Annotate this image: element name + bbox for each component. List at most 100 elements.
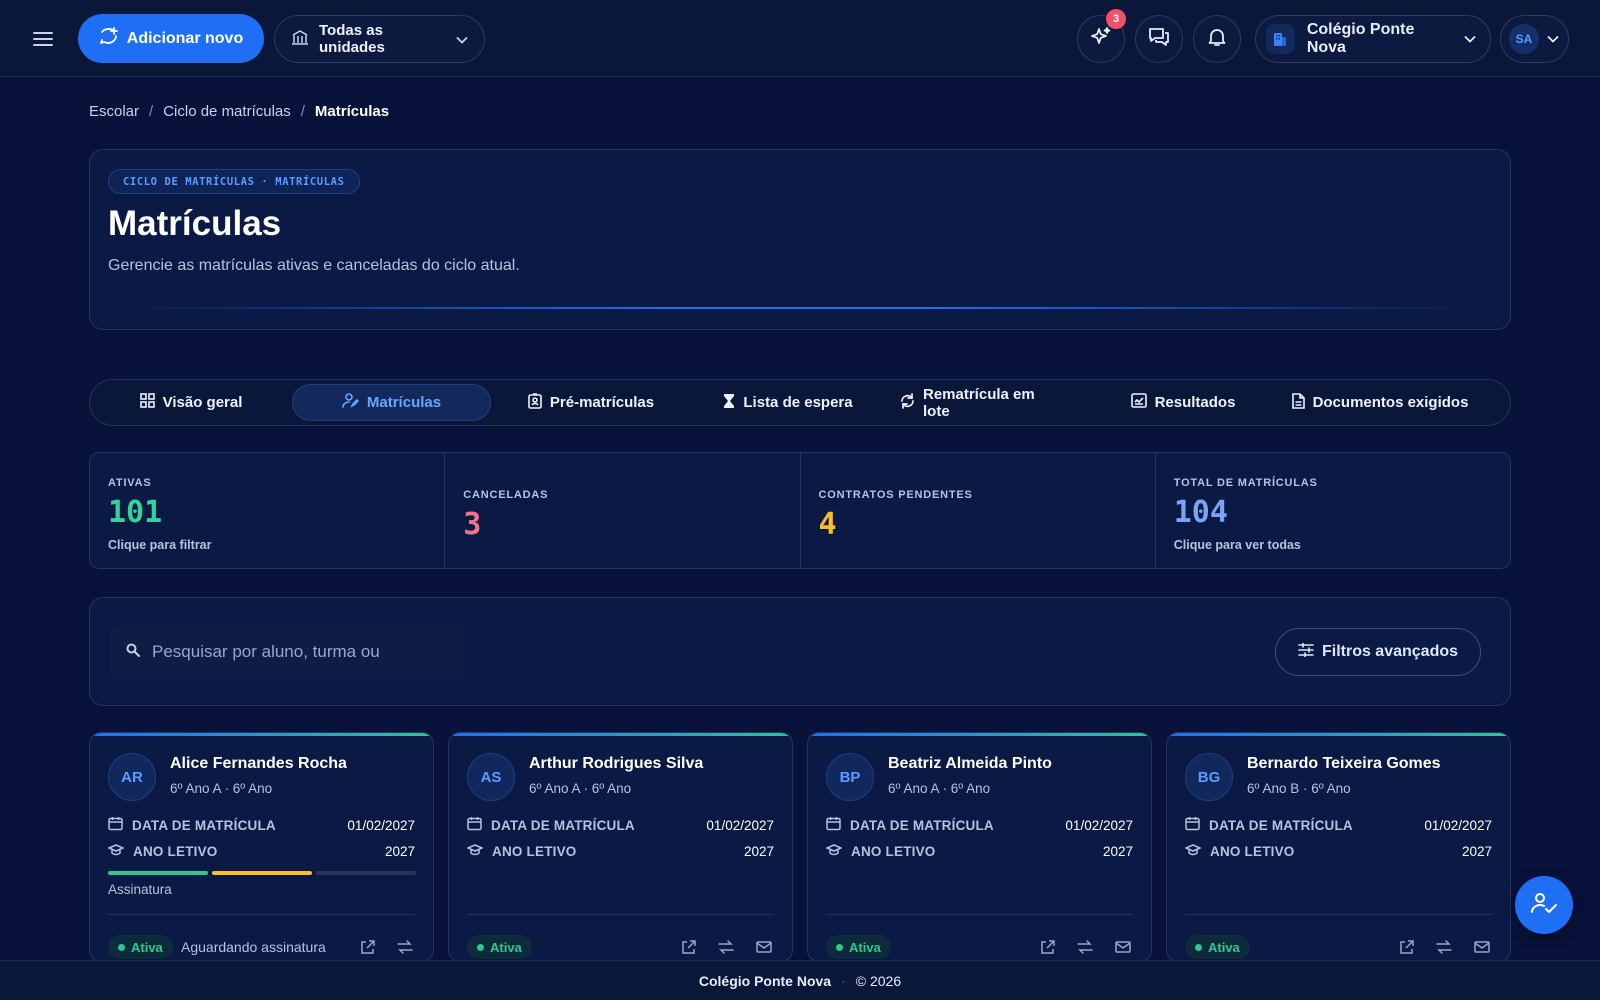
units-dropdown[interactable]: Todas as unidades <box>274 15 485 63</box>
progress-step-current <box>212 871 312 875</box>
status-badge: Ativa <box>108 935 173 959</box>
date-value: 01/02/2027 <box>706 817 774 833</box>
decorative-divider <box>130 307 1470 309</box>
breadcrumb-item-ciclo[interactable]: Ciclo de matrículas <box>163 103 291 120</box>
stat-total[interactable]: TOTAL DE MATRÍCULAS 104 Clique para ver … <box>1156 453 1510 568</box>
top-bar: Adicionar novo Todas as unidades 3 Colég… <box>0 0 1600 77</box>
transfer-icon[interactable] <box>395 937 415 957</box>
breadcrumb-current: Matrículas <box>314 103 390 120</box>
status-badge: Ativa <box>826 935 891 959</box>
enrollment-card[interactable]: AS Arthur Rodrigues Silva 6º Ano A · 6º … <box>448 732 793 962</box>
page-subtitle: Gerencie as matrículas ativas e cancelad… <box>108 257 520 274</box>
transfer-icon[interactable] <box>1434 937 1454 957</box>
mail-icon[interactable] <box>1472 937 1492 957</box>
student-class: 6º Ano A · 6º Ano <box>170 781 273 796</box>
divider <box>1185 914 1492 915</box>
student-name: Arthur Rodrigues Silva <box>529 755 704 772</box>
search-icon <box>126 643 140 662</box>
add-new-button[interactable]: Adicionar novo <box>78 14 264 63</box>
divider <box>467 914 774 915</box>
student-avatar: BG <box>1185 753 1233 801</box>
sliders-icon <box>1298 641 1314 662</box>
card-actions <box>357 937 415 957</box>
new-enrollment-fab[interactable] <box>1515 876 1573 934</box>
ai-assistant-button[interactable]: 3 <box>1077 9 1126 63</box>
tab-resultados[interactable]: Resultados <box>1120 384 1246 421</box>
id-badge-icon <box>528 392 542 413</box>
date-value: 01/02/2027 <box>1065 817 1133 833</box>
mail-icon[interactable] <box>1113 937 1133 957</box>
report-icon <box>1130 393 1147 412</box>
advanced-filters-button[interactable]: Filtros avançados <box>1275 628 1481 676</box>
date-label: DATA DE MATRÍCULA <box>132 817 276 833</box>
student-class: 6º Ano A · 6º Ano <box>888 781 991 796</box>
tab-matriculas[interactable]: Matrículas <box>292 384 491 421</box>
open-external-icon[interactable] <box>1037 937 1057 957</box>
chevron-down-icon <box>1464 30 1476 48</box>
transfer-icon[interactable] <box>1075 937 1095 957</box>
student-avatar: AR <box>108 753 156 801</box>
tab-pre-matriculas[interactable]: Pré-matrículas <box>508 384 674 421</box>
building-icon <box>291 28 309 50</box>
stat-canceladas[interactable]: CANCELADAS 3 <box>445 453 801 568</box>
stat-value: 4 <box>818 507 837 542</box>
student-avatar: AS <box>467 753 515 801</box>
year-value: 2027 <box>1102 843 1133 859</box>
enrollment-card[interactable]: BP Beatriz Almeida Pinto 6º Ano A · 6º A… <box>807 732 1152 962</box>
calendar-icon <box>1185 816 1200 834</box>
school-dropdown[interactable]: Colégio Ponte Nova <box>1255 15 1491 63</box>
tab-label: Matrículas <box>366 394 442 411</box>
footer-separator: · <box>841 972 846 989</box>
open-external-icon[interactable] <box>678 937 698 957</box>
search-input[interactable] <box>152 642 448 662</box>
progress-step-done <box>108 871 208 875</box>
date-value: 01/02/2027 <box>1424 817 1492 833</box>
calendar-icon <box>467 816 482 834</box>
stat-label: CANCELADAS <box>463 489 549 501</box>
open-external-icon[interactable] <box>1396 937 1416 957</box>
menu-icon[interactable] <box>30 26 56 52</box>
stat-contratos-pendentes[interactable]: CONTRATOS PENDENTES 4 <box>801 453 1156 568</box>
tab-documentos[interactable]: Documentos exigidos <box>1290 384 1470 421</box>
tab-label: Documentos exigidos <box>1312 394 1469 411</box>
graduation-cap-icon <box>466 843 484 860</box>
stat-ativas[interactable]: ATIVAS 101 Clique para filtrar <box>90 453 446 568</box>
user-edit-icon <box>342 393 360 412</box>
notifications-button[interactable] <box>1193 15 1241 63</box>
mail-icon[interactable] <box>754 937 774 957</box>
document-icon <box>1291 392 1305 413</box>
search-box[interactable] <box>110 626 464 678</box>
date-label: DATA DE MATRÍCULA <box>850 817 994 833</box>
year-value: 2027 <box>743 843 774 859</box>
add-new-label: Adicionar novo <box>126 29 244 47</box>
enrollment-card[interactable]: AR Alice Fernandes Rocha 6º Ano A · 6º A… <box>89 732 434 962</box>
stat-label: CONTRATOS PENDENTES <box>818 489 973 501</box>
stat-value: 3 <box>463 507 482 542</box>
breadcrumb-item-escolar[interactable]: Escolar <box>89 103 139 120</box>
tab-lista-espera[interactable]: Lista de espera <box>708 384 868 421</box>
chat-icon <box>1148 27 1170 52</box>
user-menu[interactable]: SA <box>1500 15 1569 63</box>
section-tag: CICLO DE MATRÍCULAS · MATRÍCULAS <box>108 169 360 194</box>
tab-label: Visão geral <box>162 394 243 411</box>
signature-progress <box>108 871 416 875</box>
year-label: ANO LETIVO <box>133 843 218 859</box>
progress-label: Assinatura <box>108 882 172 897</box>
tab-visao-geral[interactable]: Visão geral <box>100 384 282 421</box>
tab-label: Rematrícula em lote <box>923 385 1035 420</box>
user-check-icon <box>1531 892 1557 919</box>
chevron-down-icon <box>456 31 468 48</box>
open-external-icon[interactable] <box>357 937 377 957</box>
card-accent-bar <box>808 733 1151 736</box>
tab-rematricula-lote[interactable]: Rematrícula em lote <box>900 384 1064 421</box>
graduation-cap-icon <box>107 843 125 860</box>
card-accent-bar <box>449 733 792 736</box>
transfer-icon[interactable] <box>716 937 736 957</box>
enrollment-card[interactable]: BG Bernardo Teixeira Gomes 6º Ano B · 6º… <box>1166 732 1511 962</box>
footer: Colégio Ponte Nova · © 2026 <box>0 960 1600 1000</box>
school-year-row: ANO LETIVO 2027 <box>825 841 1133 861</box>
messages-button[interactable] <box>1135 15 1183 63</box>
school-year-row: ANO LETIVO 2027 <box>466 841 774 861</box>
card-actions <box>1037 937 1133 957</box>
status-label: Ativa <box>490 939 522 955</box>
